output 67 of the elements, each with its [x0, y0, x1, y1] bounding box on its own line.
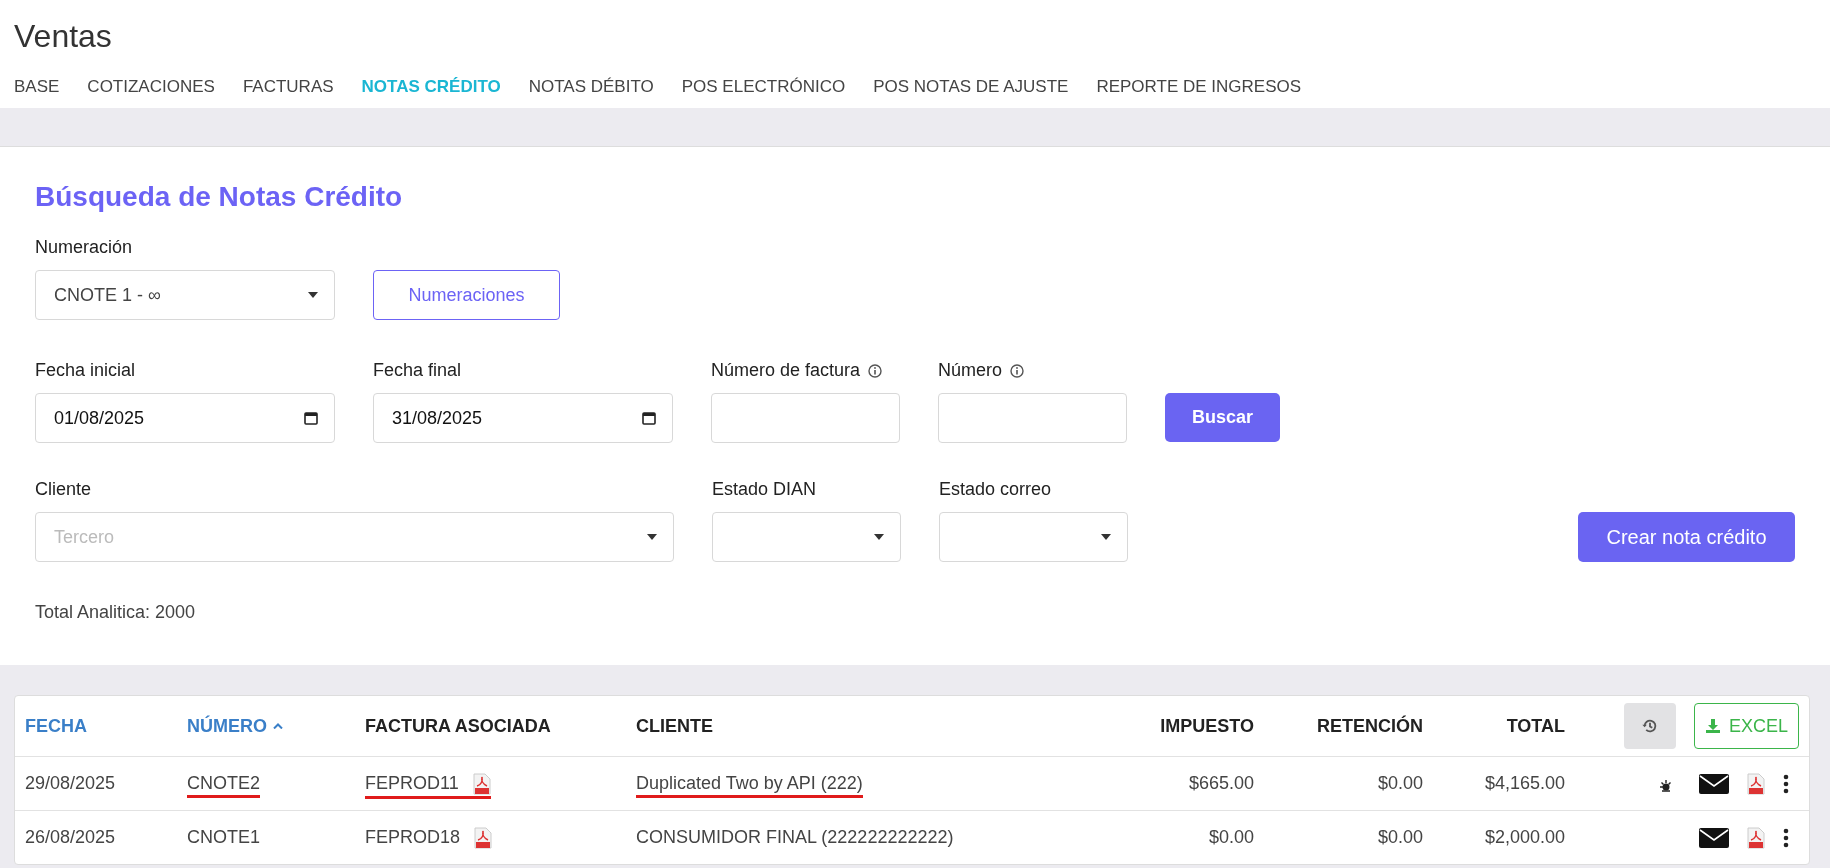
table-cell: FEPROD11: [365, 773, 459, 794]
date-field[interactable]: 01/08/2025: [35, 393, 335, 443]
nav-tab[interactable]: COTIZACIONES: [87, 77, 215, 97]
total-text: Total Analitica: 2000: [35, 602, 197, 623]
history-icon: [1640, 717, 1659, 735]
table-cell: $0.00: [1377, 773, 1423, 794]
table-cell: $4,165.00: [1484, 773, 1565, 794]
page-title: Ventas: [14, 18, 113, 55]
sort-up-icon[interactable]: [273, 723, 283, 729]
caret-icon: [308, 292, 318, 298]
table-cell: 26/08/2025: [25, 827, 116, 848]
calendar-icon: [304, 411, 318, 425]
field-label: Estado DIAN: [712, 479, 818, 500]
caret-icon: [874, 534, 884, 540]
field-label: Estado correo: [939, 479, 1053, 500]
column-header: FACTURA ASOCIADA: [365, 715, 551, 737]
table-cell: 29/08/2025: [25, 773, 116, 794]
section-heading: Búsqueda de Notas Crédito: [35, 181, 404, 213]
history-button[interactable]: [1623, 703, 1676, 749]
field-label: Fecha final: [373, 360, 463, 381]
numeraciones-button[interactable]: Numeraciones: [373, 270, 560, 320]
input-field[interactable]: [711, 393, 900, 443]
download-icon: [1704, 718, 1721, 734]
column-header: TOTAL: [1506, 715, 1565, 737]
field-label: Numeración: [35, 237, 134, 258]
table-cell: FEPROD18: [365, 827, 461, 848]
calendar-icon: [642, 411, 656, 425]
email-icon[interactable]: [1699, 826, 1729, 849]
caret-icon: [647, 534, 657, 540]
field-label: Fecha inicial: [35, 360, 137, 381]
email-icon[interactable]: [1699, 772, 1729, 795]
column-header: RETENCIÓN: [1317, 715, 1423, 737]
pdf-file-icon[interactable]: [474, 826, 493, 849]
pdf-file-icon[interactable]: [472, 772, 491, 795]
nav-tab[interactable]: REPORTE DE INGRESOS: [1096, 77, 1302, 97]
table-cell: Duplicated Two by API (222): [636, 773, 863, 798]
nav-tab[interactable]: POS ELECTRÓNICO: [681, 77, 846, 97]
table-cell: CNOTE1: [187, 827, 260, 848]
info-icon[interactable]: [868, 363, 883, 378]
field-label: Cliente: [35, 479, 93, 500]
pdf-file-icon[interactable]: [1747, 826, 1765, 849]
date-field[interactable]: 31/08/2025: [373, 393, 673, 443]
caret-icon: [1101, 534, 1111, 540]
numeracion-select[interactable]: CNOTE 1 - ∞: [35, 270, 335, 320]
field-label: Número de factura: [711, 360, 861, 381]
sortable-column-header[interactable]: NÚMERO: [187, 715, 267, 737]
create-button[interactable]: Crear nota crédito: [1578, 512, 1795, 562]
pdf-file-icon[interactable]: [1747, 772, 1765, 795]
table-cell: $0.00: [1377, 827, 1423, 848]
column-header: IMPUESTO: [1160, 715, 1254, 737]
table-cell: $0.00: [1208, 827, 1254, 848]
nav-tab[interactable]: BASE: [14, 77, 60, 97]
table-cell: $665.00: [1188, 773, 1254, 794]
table-cell: CONSUMIDOR FINAL (222222222222): [636, 827, 954, 848]
more-options-icon[interactable]: [1783, 827, 1789, 848]
sortable-column-header[interactable]: FECHA: [25, 715, 87, 737]
input-field[interactable]: [938, 393, 1127, 443]
nav-tab[interactable]: FACTURAS: [242, 77, 334, 97]
nav-tab[interactable]: NOTAS DÉBITO: [528, 77, 654, 97]
more-options-icon[interactable]: [1783, 773, 1789, 794]
table-cell: $2,000.00: [1484, 827, 1565, 848]
info-icon[interactable]: [1010, 363, 1025, 378]
nav-tab[interactable]: POS NOTAS DE AJUSTE: [873, 77, 1069, 97]
field-label: Número: [938, 360, 1003, 381]
search-button[interactable]: Buscar: [1165, 393, 1280, 442]
column-header: CLIENTE: [636, 715, 713, 737]
table-cell: CNOTE2: [187, 773, 260, 798]
